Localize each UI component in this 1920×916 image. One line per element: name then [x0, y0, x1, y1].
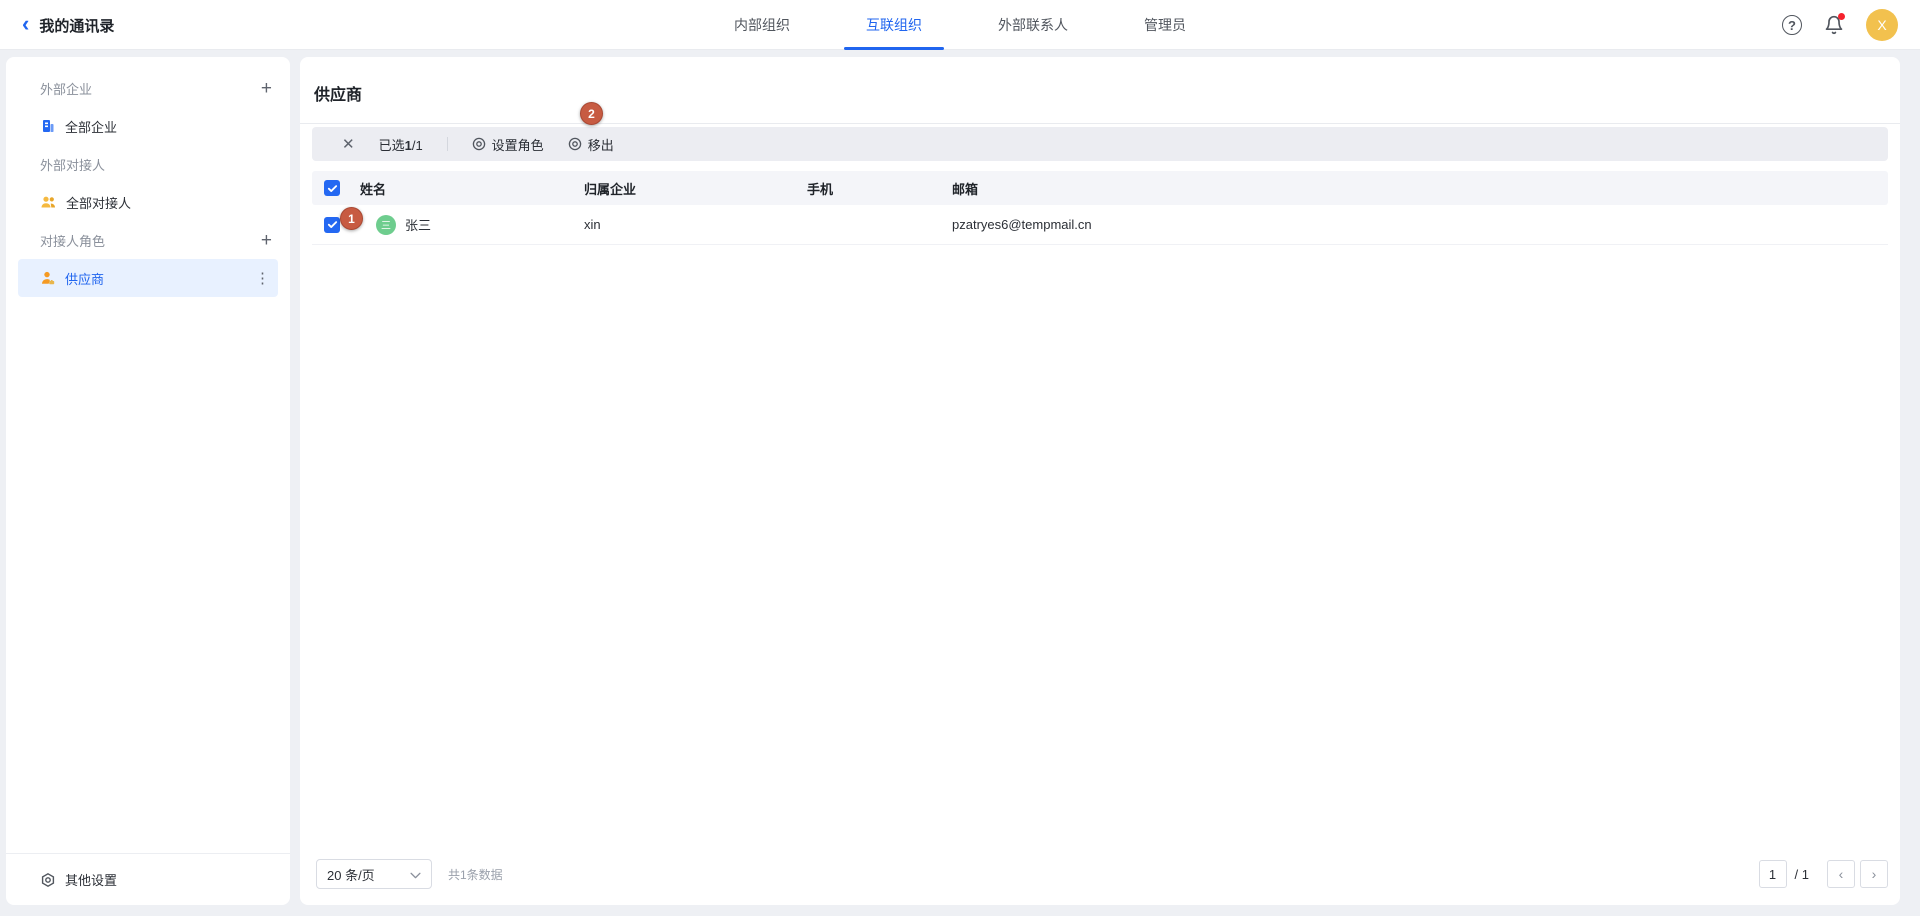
other-settings-label: 其他设置: [65, 870, 117, 889]
page-size-select[interactable]: 20 条/页: [316, 859, 432, 889]
sidebar-item-all-enterprises[interactable]: 全部企业: [18, 107, 278, 145]
user-avatar[interactable]: X: [1866, 9, 1898, 41]
col-header-email: 邮箱: [944, 179, 1888, 198]
members-table: 姓名 归属企业 手机 邮箱 三 张三 xin pzatryes6@tempmai…: [312, 171, 1888, 245]
other-settings-button[interactable]: 其他设置: [6, 853, 290, 905]
sidebar-group-external-enterprise: 外部企业 +: [6, 69, 290, 107]
sidebar-item-all-liaisons[interactable]: 全部对接人: [18, 183, 278, 221]
toolbar-divider: [447, 137, 448, 151]
sidebar: 外部企业 + 全部企业 外部对接人 全部对接人 对接人角色 + 供应商: [6, 57, 290, 905]
col-header-company: 归属企业: [576, 179, 799, 198]
sidebar-group-external-liaison: 外部对接人: [6, 145, 290, 183]
tab-external-contacts[interactable]: 外部联系人: [998, 0, 1068, 50]
row-email: pzatryes6@tempmail.cn: [944, 217, 1888, 232]
more-options-icon[interactable]: ⋮: [255, 269, 270, 287]
row-avatar: 三: [376, 215, 396, 235]
selected-count: 1: [405, 138, 412, 153]
annotation-marker-1: 1: [340, 207, 363, 230]
set-role-label: 设置角色: [492, 135, 544, 154]
role-ring-icon: [472, 137, 486, 151]
selection-toolbar: ✕ 已选1/1 设置角色 移出: [312, 127, 1888, 161]
tab-internal-org[interactable]: 内部组织: [734, 0, 790, 50]
selected-prefix: 已选: [379, 138, 405, 153]
notification-dot: [1838, 13, 1845, 20]
sidebar-item-label: 供应商: [65, 269, 104, 288]
people-icon: [40, 194, 57, 210]
main-panel: 供应商 ✕ 已选1/1 设置角色 移出 姓名 归属企业 手机: [300, 57, 1900, 905]
table-footer: 20 条/页 共1条数据 1 / 1 ‹ ›: [300, 849, 1900, 905]
col-header-name: 姓名: [352, 179, 576, 198]
remove-label: 移出: [588, 135, 614, 154]
clear-selection-icon[interactable]: ✕: [342, 135, 355, 153]
total-count-text: 共1条数据: [448, 866, 503, 883]
prev-page-button[interactable]: ‹: [1827, 860, 1855, 888]
col-header-mobile: 手机: [799, 179, 944, 198]
settings-gear-icon: [40, 872, 56, 888]
selected-count-text: 已选1/1: [379, 135, 423, 154]
current-page-input[interactable]: 1: [1759, 860, 1787, 888]
tab-admin[interactable]: 管理员: [1144, 0, 1186, 50]
add-role-icon[interactable]: +: [261, 231, 272, 250]
tab-connected-org[interactable]: 互联组织: [866, 0, 922, 50]
selected-suffix: /1: [412, 138, 423, 153]
group-label: 外部企业: [40, 79, 92, 98]
set-role-button[interactable]: 设置角色: [472, 135, 544, 154]
sidebar-item-label: 全部企业: [65, 117, 117, 136]
table-row[interactable]: 三 张三 xin pzatryes6@tempmail.cn: [312, 205, 1888, 245]
pagination: 1 / 1 ‹ ›: [1759, 860, 1888, 888]
add-enterprise-icon[interactable]: +: [261, 79, 272, 98]
building-icon: [40, 118, 56, 134]
notification-bell-icon[interactable]: [1824, 15, 1844, 35]
content-title: 供应商: [300, 57, 1900, 124]
page-size-value: 20 条/页: [327, 865, 375, 884]
row-company: xin: [576, 217, 799, 232]
row-checkbox[interactable]: [324, 217, 340, 233]
remove-ring-icon: [568, 137, 582, 151]
table-header-row: 姓名 归属企业 手机 邮箱: [312, 171, 1888, 205]
row-name: 张三: [405, 215, 431, 234]
help-icon[interactable]: ?: [1782, 15, 1802, 35]
select-all-checkbox[interactable]: [324, 180, 340, 196]
supplier-person-icon: [40, 270, 56, 286]
sidebar-item-label: 全部对接人: [66, 193, 131, 212]
sidebar-item-supplier[interactable]: 供应商 ⋮: [18, 259, 278, 297]
group-label: 外部对接人: [40, 155, 105, 174]
chevron-down-icon: [410, 867, 421, 882]
header-tabs: 内部组织 互联组织 外部联系人 管理员: [0, 0, 1920, 50]
sidebar-group-liaison-roles: 对接人角色 +: [6, 221, 290, 259]
remove-button[interactable]: 移出: [568, 135, 614, 154]
group-label: 对接人角色: [40, 231, 105, 250]
top-header: ‹ 我的通讯录 内部组织 互联组织 外部联系人 管理员 ? X: [0, 0, 1920, 50]
page-total-text: / 1: [1795, 867, 1809, 882]
annotation-marker-2: 2: [580, 102, 603, 125]
next-page-button[interactable]: ›: [1860, 860, 1888, 888]
